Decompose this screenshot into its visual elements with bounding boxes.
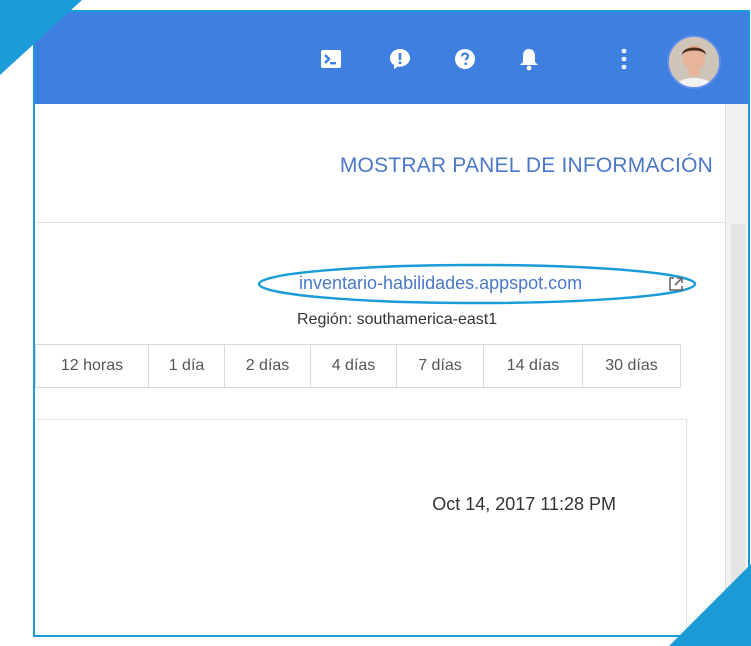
time-range-1d[interactable]: 1 día bbox=[148, 345, 224, 387]
help-icon[interactable] bbox=[452, 46, 478, 72]
app-link-highlight: inventario-habilidades.appspot.com bbox=[257, 263, 697, 305]
time-range-2d[interactable]: 2 días bbox=[224, 345, 310, 387]
time-range-14d[interactable]: 14 días bbox=[483, 345, 582, 387]
top-app-bar bbox=[35, 12, 748, 104]
external-link-icon[interactable] bbox=[667, 275, 685, 293]
time-range-30d[interactable]: 30 días bbox=[582, 345, 680, 387]
app-url-link[interactable]: inventario-habilidades.appspot.com bbox=[299, 273, 582, 294]
corner-decoration-top-left bbox=[0, 0, 82, 75]
show-info-panel-button[interactable]: MOSTRAR PANEL DE INFORMACIÓN bbox=[340, 154, 713, 178]
card-timestamp: Oct 14, 2017 11:28 PM bbox=[432, 494, 616, 514]
feedback-icon[interactable] bbox=[387, 46, 413, 72]
more-vert-icon[interactable] bbox=[611, 46, 637, 72]
corner-decoration-bottom-right bbox=[669, 564, 751, 646]
app-region: Región: southamerica-east1 bbox=[297, 311, 498, 328]
time-range-4d[interactable]: 4 días bbox=[310, 345, 396, 387]
info-panel-header: MOSTRAR PANEL DE INFORMACIÓN bbox=[35, 104, 725, 223]
time-range-12h[interactable]: 12 horas bbox=[35, 345, 148, 387]
terminal-icon[interactable] bbox=[318, 46, 344, 72]
screenshot-frame: MOSTRAR PANEL DE INFORMACIÓN inventario-… bbox=[33, 10, 750, 637]
avatar[interactable] bbox=[667, 35, 721, 89]
time-range-7d[interactable]: 7 días bbox=[396, 345, 483, 387]
dashboard-content: inventario-habilidades.appspot.com Regió… bbox=[35, 223, 725, 635]
metrics-card: Oct 14, 2017 11:28 PM bbox=[35, 419, 687, 635]
notifications-icon[interactable] bbox=[516, 46, 542, 72]
time-range-selector: 12 horas 1 día 2 días 4 días 7 días 14 d… bbox=[35, 344, 681, 388]
side-panel-scroll-area[interactable] bbox=[725, 104, 748, 635]
